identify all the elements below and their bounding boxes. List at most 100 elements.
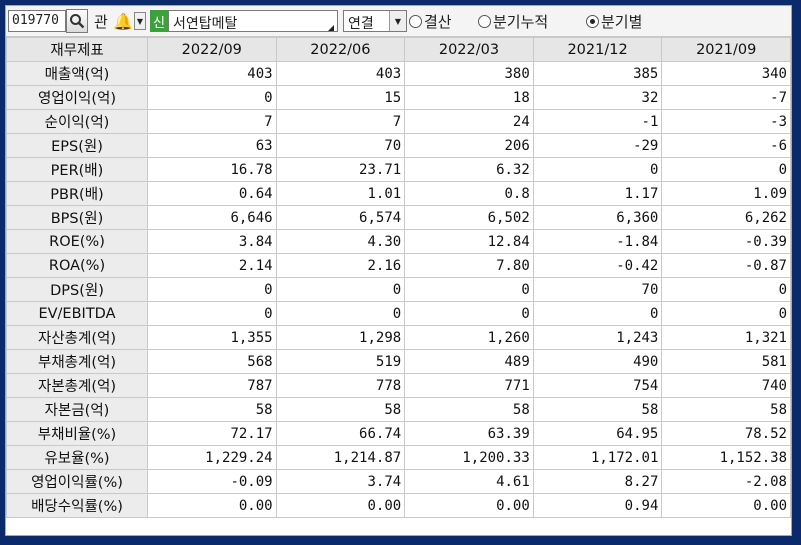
table-cell[interactable]: 7.80 xyxy=(404,253,534,278)
table-cell[interactable]: 78.52 xyxy=(661,421,791,446)
table-cell[interactable]: 0 xyxy=(661,301,791,326)
table-cell[interactable]: 1,229.24 xyxy=(147,445,277,470)
table-row[interactable]: EV/EBITDA 0 0 0 0 0 xyxy=(6,301,791,326)
table-cell[interactable]: 0 xyxy=(404,301,534,326)
column-header-period[interactable]: 2022/06 xyxy=(275,37,406,62)
table-row[interactable]: 매출액(억) 403 403 380 385 340 xyxy=(6,61,791,86)
chevron-down-icon[interactable]: ▼ xyxy=(389,11,406,31)
table-cell[interactable]: 0 xyxy=(147,301,277,326)
table-row[interactable]: 부채총계(억) 568 519 489 490 581 xyxy=(6,349,791,374)
table-cell[interactable]: 16.78 xyxy=(147,157,277,182)
table-row[interactable]: 유보율(%) 1,229.24 1,214.87 1,200.33 1,172.01 1,… xyxy=(6,445,791,470)
table-row[interactable]: ROE(%) 3.84 4.30 12.84 -1.84 -0.39 xyxy=(6,229,791,254)
table-cell[interactable]: 58 xyxy=(147,397,277,422)
table-cell[interactable]: -1.84 xyxy=(532,229,663,254)
table-cell[interactable]: 778 xyxy=(275,373,406,398)
table-cell[interactable]: 32 xyxy=(532,85,663,110)
table-cell[interactable]: 58 xyxy=(404,397,534,422)
table-row[interactable]: 자산총계(억) 1,355 1,298 1,260 1,243 1,321 xyxy=(6,325,791,350)
table-cell[interactable]: 1,243 xyxy=(532,325,663,350)
table-cell[interactable]: 519 xyxy=(275,349,406,374)
table-cell[interactable]: -0.42 xyxy=(532,253,663,278)
table-cell[interactable]: 18 xyxy=(404,85,534,110)
table-cell[interactable]: 58 xyxy=(532,397,663,422)
column-header-period[interactable]: 2021/12 xyxy=(532,37,663,62)
table-cell[interactable]: 0 xyxy=(147,85,277,110)
table-cell[interactable]: 1,321 xyxy=(661,325,791,350)
table-cell[interactable]: 3.84 xyxy=(147,229,277,254)
table-cell[interactable]: 6,574 xyxy=(275,205,406,230)
table-cell[interactable]: 754 xyxy=(532,373,663,398)
table-cell[interactable]: 489 xyxy=(404,349,534,374)
table-cell[interactable]: 12.84 xyxy=(404,229,534,254)
table-row[interactable]: DPS(원) 0 0 0 70 0 xyxy=(6,277,791,302)
table-cell[interactable]: 0 xyxy=(661,277,791,302)
table-cell[interactable]: 581 xyxy=(661,349,791,374)
table-cell[interactable]: 15 xyxy=(275,85,406,110)
table-cell[interactable]: 340 xyxy=(661,61,791,86)
search-button[interactable] xyxy=(66,9,88,33)
table-cell[interactable]: 58 xyxy=(661,397,791,422)
table-cell[interactable]: 0.8 xyxy=(404,181,534,206)
table-cell[interactable]: 6,646 xyxy=(147,205,277,230)
table-cell[interactable]: 58 xyxy=(275,397,406,422)
table-cell[interactable]: 0 xyxy=(275,277,406,302)
table-cell[interactable]: 0 xyxy=(147,277,277,302)
table-cell[interactable]: 0.00 xyxy=(404,493,534,518)
table-cell[interactable]: 0.00 xyxy=(275,493,406,518)
table-cell[interactable]: 8.27 xyxy=(532,469,663,494)
column-header-period[interactable]: 2022/09 xyxy=(147,37,277,62)
table-cell[interactable]: 568 xyxy=(147,349,277,374)
table-cell[interactable]: 1.17 xyxy=(532,181,663,206)
table-cell[interactable]: 66.74 xyxy=(275,421,406,446)
table-cell[interactable]: 3.74 xyxy=(275,469,406,494)
table-cell[interactable]: 403 xyxy=(147,61,277,86)
table-row[interactable]: ROA(%) 2.14 2.16 7.80 -0.42 -0.87 xyxy=(6,253,791,278)
radio-settlement[interactable]: 결산 xyxy=(409,11,452,31)
table-cell[interactable]: 23.71 xyxy=(275,157,406,182)
table-row[interactable]: 부채비율(%) 72.17 66.74 63.39 64.95 78.52 xyxy=(6,421,791,446)
table-cell[interactable]: 1,200.33 xyxy=(404,445,534,470)
table-cell[interactable]: 64.95 xyxy=(532,421,663,446)
table-cell[interactable]: 6,360 xyxy=(532,205,663,230)
table-row[interactable]: 자본총계(억) 787 778 771 754 740 xyxy=(6,373,791,398)
table-cell[interactable]: -1 xyxy=(532,109,663,134)
table-cell[interactable]: -2.08 xyxy=(661,469,791,494)
table-cell[interactable]: 63 xyxy=(147,133,277,158)
table-cell[interactable]: 1,152.38 xyxy=(661,445,791,470)
table-cell[interactable]: 0 xyxy=(275,301,406,326)
table-cell[interactable]: 24 xyxy=(404,109,534,134)
table-row[interactable]: 영업이익률(%) -0.09 3.74 4.61 8.27 -2.08 xyxy=(6,469,791,494)
table-cell[interactable]: 72.17 xyxy=(147,421,277,446)
radio-quarter-cumulative[interactable]: 분기누적 xyxy=(478,11,548,31)
table-cell[interactable]: 771 xyxy=(404,373,534,398)
radio-quarterly[interactable]: 분기별 xyxy=(586,11,642,31)
table-cell[interactable]: 1,355 xyxy=(147,325,277,350)
table-cell[interactable]: 1.01 xyxy=(275,181,406,206)
table-cell[interactable]: 490 xyxy=(532,349,663,374)
table-cell[interactable]: 6,502 xyxy=(404,205,534,230)
table-cell[interactable]: -0.87 xyxy=(661,253,791,278)
company-name-field[interactable]: 서연탑메탈 xyxy=(168,10,338,32)
table-cell[interactable]: 70 xyxy=(275,133,406,158)
table-cell[interactable]: 0.00 xyxy=(661,493,791,518)
table-cell[interactable]: 0.00 xyxy=(147,493,277,518)
table-cell[interactable]: 4.61 xyxy=(404,469,534,494)
alert-dropdown-button[interactable]: ▼ xyxy=(134,12,146,30)
table-cell[interactable]: 1.09 xyxy=(661,181,791,206)
table-row[interactable]: PBR(배) 0.64 1.01 0.8 1.17 1.09 xyxy=(6,181,791,206)
table-cell[interactable]: 1,298 xyxy=(275,325,406,350)
table-row[interactable]: BPS(원) 6,646 6,574 6,502 6,360 6,262 xyxy=(6,205,791,230)
table-cell[interactable]: 380 xyxy=(404,61,534,86)
table-row[interactable]: 자본금(억) 58 58 58 58 58 xyxy=(6,397,791,422)
table-row[interactable]: 순이익(억) 7 7 24 -1 -3 xyxy=(6,109,791,134)
table-cell[interactable]: 6,262 xyxy=(661,205,791,230)
bell-icon[interactable]: 🔔 xyxy=(112,9,134,33)
table-cell[interactable]: -0.39 xyxy=(661,229,791,254)
table-cell[interactable]: 0 xyxy=(661,157,791,182)
table-row[interactable]: 배당수익률(%) 0.00 0.00 0.00 0.94 0.00 xyxy=(6,493,791,518)
table-cell[interactable]: 1,214.87 xyxy=(275,445,406,470)
table-cell[interactable]: 0.94 xyxy=(532,493,663,518)
table-cell[interactable]: 0 xyxy=(532,157,663,182)
consolidation-select[interactable]: 연결 ▼ xyxy=(343,10,407,32)
